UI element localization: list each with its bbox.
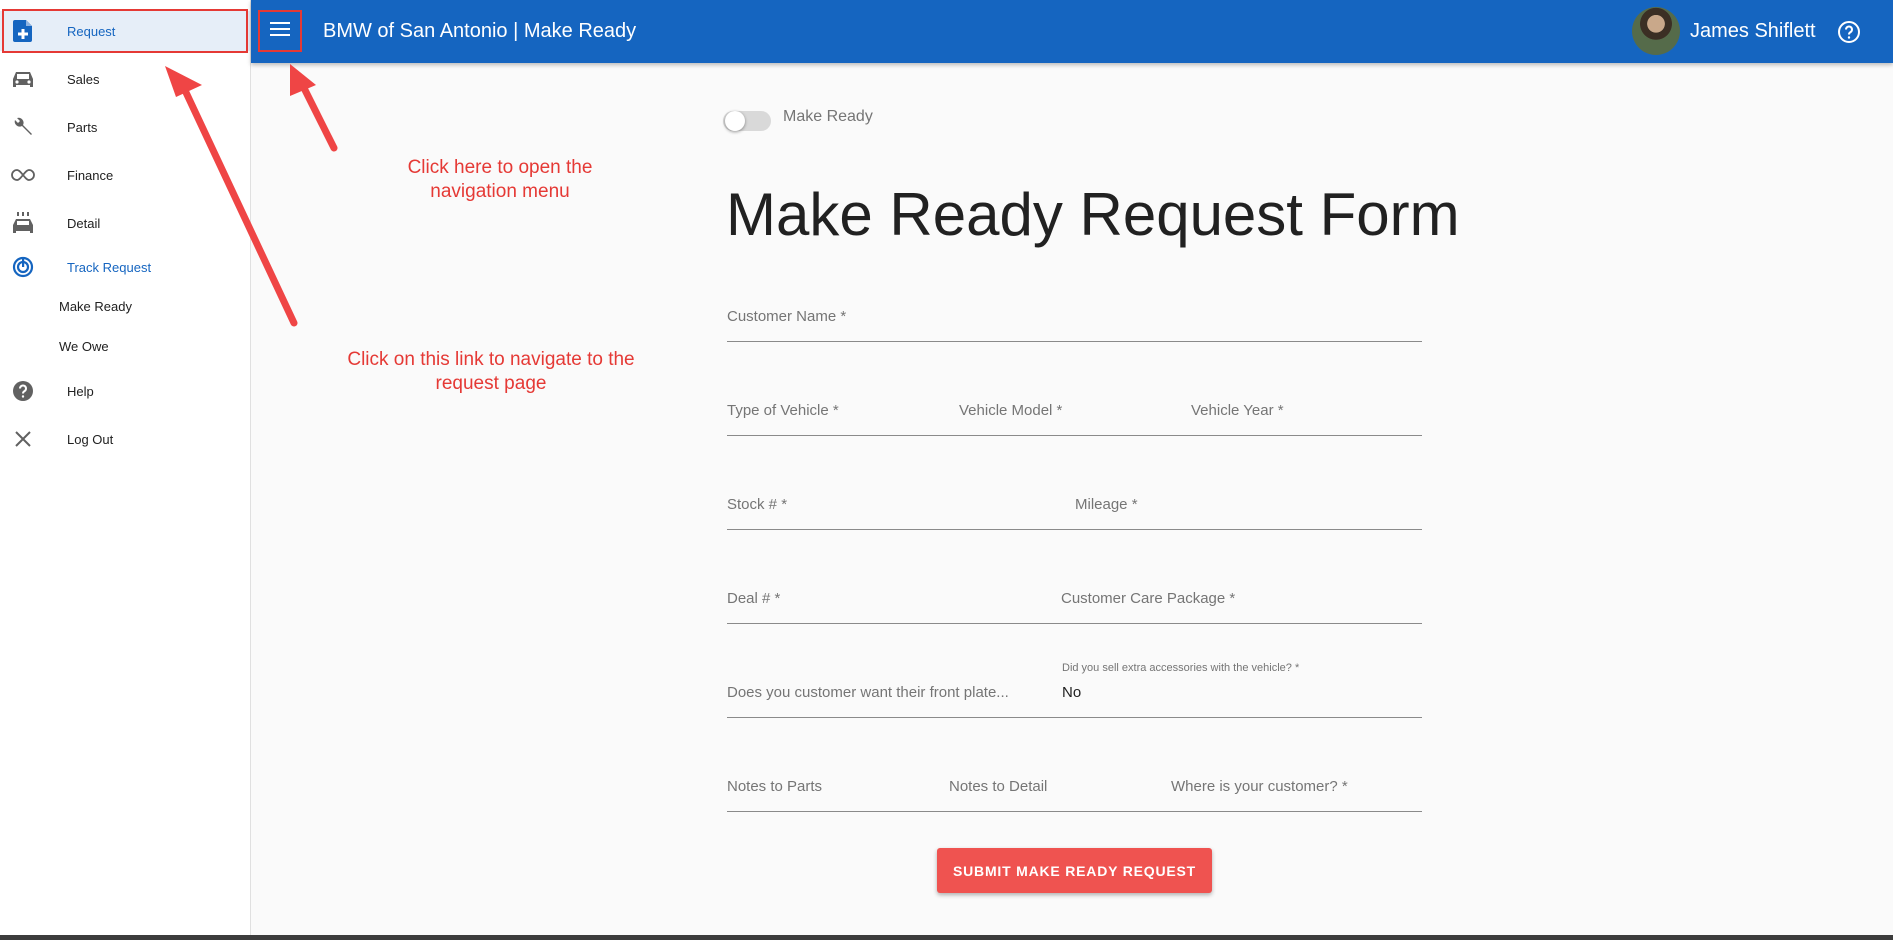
- user-name[interactable]: James Shiflett: [1690, 20, 1816, 43]
- sidebar-item-track-request[interactable]: Track Request: [0, 247, 250, 287]
- customer-location-select[interactable]: Where is your customer? *: [1171, 778, 1422, 812]
- sidebar-item-label: Log Out: [67, 431, 114, 447]
- sidebar-item-label: Detail: [67, 215, 101, 231]
- menu-arrow-head: [290, 64, 316, 96]
- navigation-drawer: Request Sales Parts Finance Detail Track…: [0, 0, 251, 935]
- mileage-field[interactable]: Mileage *: [1075, 496, 1422, 530]
- customer-name-field[interactable]: Customer Name *: [727, 308, 1422, 342]
- toggle-thumb: [725, 111, 745, 131]
- sidebar-item-detail[interactable]: Detail: [0, 203, 250, 243]
- vehicle-year-placeholder: Vehicle Year *: [1191, 402, 1284, 419]
- make-ready-toggle-label: Make Ready: [783, 108, 873, 125]
- sidebar-item-finance[interactable]: Finance: [0, 155, 250, 195]
- vehicle-model-field[interactable]: Vehicle Model *: [945, 402, 1191, 436]
- close-icon: [10, 426, 36, 452]
- vehicle-year-field[interactable]: Vehicle Year *: [1191, 402, 1422, 436]
- sidebar-item-help[interactable]: Help: [0, 371, 250, 411]
- request-annotation: Click on this link to navigate to the re…: [315, 348, 667, 396]
- sidebar-subitem-make-ready[interactable]: Make Ready: [0, 288, 250, 324]
- sidebar-item-request[interactable]: Request: [0, 11, 250, 51]
- sidebar-subitem-label: We Owe: [59, 338, 109, 354]
- type-of-vehicle-placeholder: Type of Vehicle *: [727, 402, 839, 419]
- car-icon: [10, 66, 36, 92]
- sidebar-item-label: Request: [67, 23, 116, 39]
- customer-care-package-select[interactable]: Customer Care Package *: [1061, 590, 1422, 624]
- sidebar-item-sales[interactable]: Sales: [0, 59, 250, 99]
- type-of-vehicle-field[interactable]: Type of Vehicle *: [727, 402, 945, 436]
- deal-number-placeholder: Deal # *: [727, 590, 781, 607]
- extra-accessories-label: Did you sell extra accessories with the …: [1062, 662, 1300, 674]
- sidebar-item-label: Sales: [67, 71, 100, 87]
- customer-location-placeholder: Where is your customer? *: [1171, 778, 1348, 795]
- infinity-icon: [10, 162, 36, 188]
- request-annotation-line2: request page: [435, 373, 547, 394]
- help-outline-icon: [1836, 21, 1862, 49]
- page-title: Make Ready Request Form: [726, 181, 1460, 248]
- menu-annotation: Click here to open the navigation menu: [360, 156, 640, 204]
- sidebar-item-label: Help: [67, 383, 94, 399]
- sidebar-item-log-out[interactable]: Log Out: [0, 419, 250, 459]
- note-add-icon: [10, 18, 36, 44]
- sidebar-item-parts[interactable]: Parts: [0, 107, 250, 147]
- stock-number-placeholder: Stock # *: [727, 496, 788, 513]
- customer-care-package-placeholder: Customer Care Package *: [1061, 590, 1236, 607]
- extra-accessories-value: No: [1062, 684, 1082, 701]
- menu-arrow-shaft: [301, 86, 338, 152]
- deal-number-field[interactable]: Deal # *: [727, 590, 1061, 624]
- track-changes-icon: [10, 254, 36, 280]
- bottom-bar: [0, 935, 1893, 940]
- vehicle-model-placeholder: Vehicle Model *: [959, 402, 1063, 419]
- hamburger-menu-icon: [270, 21, 290, 42]
- submit-button[interactable]: SUBMIT MAKE READY REQUEST: [937, 848, 1212, 893]
- make-ready-toggle[interactable]: [723, 107, 771, 133]
- car-wash-icon: [10, 210, 36, 236]
- notes-to-detail-placeholder: Notes to Detail: [949, 778, 1048, 795]
- front-plate-placeholder: Does you customer want their front plate…: [727, 684, 1009, 701]
- app-title: BMW of San Antonio | Make Ready: [323, 20, 637, 42]
- notes-to-parts-field[interactable]: Notes to Parts: [727, 778, 949, 812]
- request-annotation-line1: Click on this link to navigate to the: [347, 349, 635, 370]
- mileage-placeholder: Mileage *: [1075, 496, 1138, 513]
- sidebar-item-label: Parts: [67, 119, 98, 135]
- app-bar: BMW of San Antonio | Make Ready James Sh…: [251, 0, 1893, 63]
- notes-to-detail-field[interactable]: Notes to Detail: [949, 778, 1171, 812]
- customer-name-placeholder: Customer Name *: [727, 308, 847, 325]
- sidebar-subitem-label: Make Ready: [59, 298, 132, 314]
- menu-annotation-line1: Click here to open the: [407, 157, 593, 178]
- sidebar-subitem-we-owe[interactable]: We Owe: [0, 328, 250, 364]
- stock-number-field[interactable]: Stock # *: [727, 496, 1075, 530]
- sidebar-item-label: Finance: [67, 167, 114, 183]
- notes-to-parts-placeholder: Notes to Parts: [727, 778, 823, 795]
- help-circle-icon: [10, 378, 36, 404]
- help-button[interactable]: [1836, 19, 1862, 45]
- wrench-icon: [10, 114, 36, 140]
- menu-button[interactable]: [261, 13, 299, 49]
- avatar[interactable]: [1632, 7, 1680, 55]
- extra-accessories-select[interactable]: Did you sell extra accessories with the …: [1062, 662, 1422, 718]
- front-plate-select[interactable]: Does you customer want their front plate…: [727, 684, 1062, 718]
- sidebar-item-label: Track Request: [67, 259, 152, 275]
- menu-annotation-line2: navigation menu: [430, 181, 570, 202]
